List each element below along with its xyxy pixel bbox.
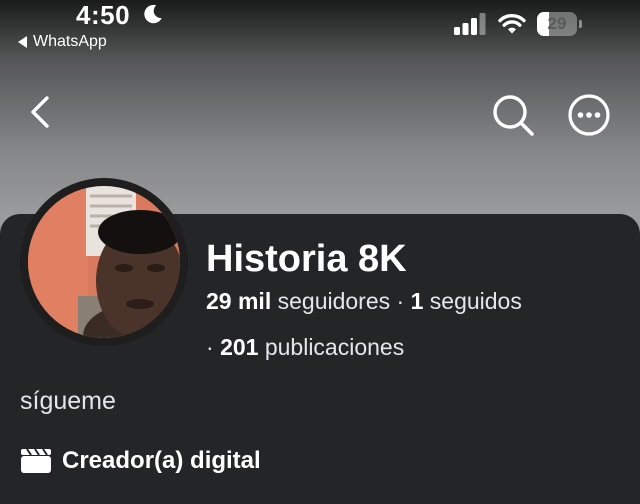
profile-category: Creador(a) digital: [20, 447, 261, 475]
profile-avatar[interactable]: [20, 178, 188, 346]
avatar-image: [28, 186, 180, 338]
search-icon[interactable]: [488, 90, 538, 140]
posts-stats: · 201 publicaciones: [206, 334, 404, 361]
clapperboard-icon: [21, 448, 51, 473]
separator-dot: ·: [206, 334, 214, 360]
profile-bio: sígueme: [20, 387, 116, 415]
back-triangle-icon: [18, 36, 27, 48]
posts-label: publicaciones: [264, 334, 405, 360]
battery-tip: [579, 20, 582, 28]
follow-stats: 29 mil seguidores · 1 seguidos: [206, 288, 522, 315]
posts-count: 201: [220, 334, 259, 360]
wifi-icon: [498, 13, 526, 34]
moon-icon: [144, 4, 162, 24]
following-link[interactable]: 1 seguidos: [411, 288, 522, 314]
cellular-signal-icon: [454, 13, 486, 35]
avatar-photo: [28, 186, 180, 338]
followers-link[interactable]: 29 mil seguidores: [206, 288, 390, 314]
back-app-label: WhatsApp: [33, 33, 107, 50]
top-navigation: [0, 80, 640, 150]
followers-label: seguidores: [277, 288, 391, 314]
status-time: 4:50: [76, 0, 131, 30]
profile-name: Historia 8K: [206, 238, 407, 280]
more-options-icon[interactable]: [564, 90, 614, 140]
status-bar: 4:50 WhatsApp 29: [0, 0, 640, 60]
category-label: Creador(a) digital: [62, 447, 261, 474]
back-arrow-icon[interactable]: [24, 92, 58, 132]
battery-level: 29: [547, 14, 567, 33]
battery-body: 29: [537, 12, 577, 36]
separator-dot: ·: [396, 288, 405, 314]
battery-icon: 29: [537, 12, 583, 36]
followers-count: 29 mil: [206, 288, 272, 314]
following-label: seguidos: [429, 288, 522, 314]
following-count: 1: [410, 288, 424, 314]
back-to-app-link[interactable]: WhatsApp: [18, 33, 107, 51]
